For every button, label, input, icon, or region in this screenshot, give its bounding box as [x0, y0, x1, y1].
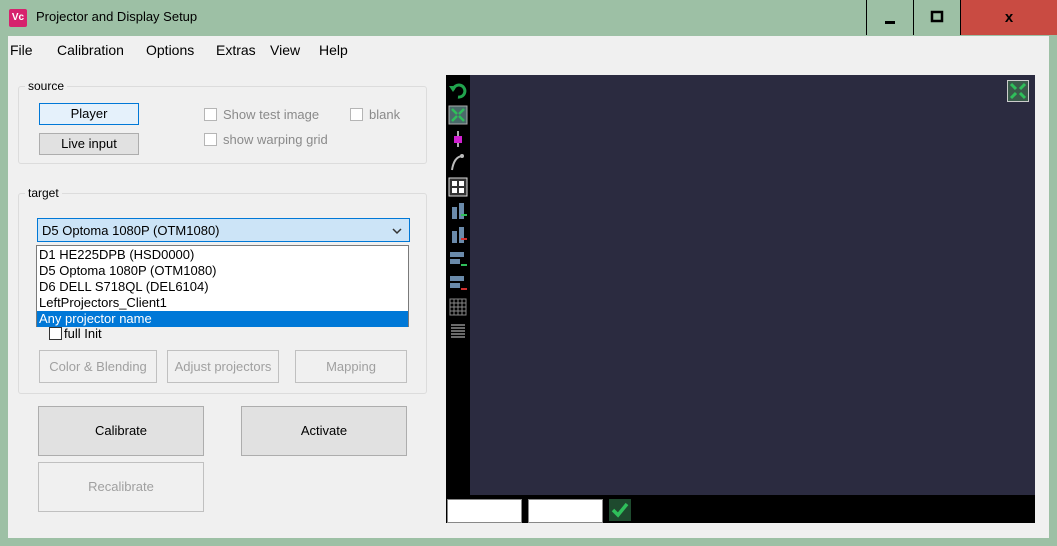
remove-column-icon[interactable]: [448, 225, 468, 245]
dropdown-option[interactable]: D1 HE225DPB (HSD0000): [39, 247, 194, 262]
target-group-label: target: [25, 186, 62, 200]
target-select[interactable]: D5 Optoma 1080P (OTM1080): [37, 218, 410, 242]
recalibrate-button[interactable]: Recalibrate: [38, 462, 204, 512]
value-field-2[interactable]: [528, 499, 603, 523]
target-select-value: D5 Optoma 1080P (OTM1080): [42, 223, 220, 238]
fullscreen-icon[interactable]: [1007, 80, 1029, 102]
check-icon[interactable]: [609, 499, 631, 521]
menu-calibration[interactable]: Calibration: [57, 42, 124, 58]
title-bar[interactable]: Vc Projector and Display Setup x: [0, 0, 1057, 36]
window-title: Projector and Display Setup: [36, 9, 198, 24]
dropdown-option-highlighted[interactable]: Any projector name: [37, 311, 408, 327]
full-init-label: full Init: [64, 326, 102, 341]
close-icon: x: [1004, 9, 1014, 26]
dropdown-option[interactable]: D6 DELL S718QL (DEL6104): [39, 279, 209, 294]
show-warping-grid-checkbox[interactable]: [204, 133, 217, 146]
color-blending-button[interactable]: Color & Blending: [39, 350, 157, 383]
dropdown-option[interactable]: LeftProjectors_Client1: [39, 295, 167, 310]
undo-icon[interactable]: [448, 81, 468, 101]
show-test-image-label: Show test image: [223, 107, 320, 122]
lines-icon[interactable]: [448, 321, 468, 341]
full-init-checkbox[interactable]: [49, 327, 62, 340]
pin-icon[interactable]: [448, 129, 468, 149]
minimize-button[interactable]: [866, 0, 913, 35]
client-area: File Calibration Options Extras View Hel…: [8, 36, 1049, 538]
add-row-icon[interactable]: [448, 249, 468, 269]
activate-button[interactable]: Activate: [241, 406, 407, 456]
player-button[interactable]: Player: [39, 103, 139, 125]
menu-help[interactable]: Help: [319, 42, 348, 58]
menu-extras[interactable]: Extras: [216, 42, 256, 58]
fit-view-icon[interactable]: [448, 105, 468, 125]
maximize-button[interactable]: [913, 0, 960, 35]
menu-view[interactable]: View: [270, 42, 300, 58]
blank-checkbox[interactable]: [350, 108, 363, 121]
dropdown-option-label: Any projector name: [39, 311, 152, 326]
show-test-image-checkbox[interactable]: [204, 108, 217, 121]
target-dropdown-list: D1 HE225DPB (HSD0000) D5 Optoma 1080P (O…: [36, 245, 409, 327]
curve-icon[interactable]: [448, 153, 468, 173]
blank-label: blank: [369, 107, 401, 122]
minimize-icon: [885, 21, 895, 24]
menu-bar: File Calibration Options Extras View Hel…: [8, 36, 1049, 62]
close-button[interactable]: x: [960, 0, 1057, 35]
projector-preview[interactable]: [446, 75, 1035, 523]
bottom-strip: [446, 495, 1035, 523]
show-warping-grid-label: show warping grid: [223, 132, 328, 147]
maximize-icon: [930, 10, 944, 23]
tool-strip: [446, 75, 470, 495]
remove-row-icon[interactable]: [448, 273, 468, 293]
source-group-label: source: [25, 79, 68, 93]
chevron-down-icon: [392, 228, 402, 235]
source-group: source Player Live input Show test image…: [18, 79, 427, 164]
value-field-1[interactable]: [447, 499, 522, 523]
grid-4-icon[interactable]: [448, 177, 468, 197]
menu-file[interactable]: File: [10, 42, 33, 58]
menu-options[interactable]: Options: [146, 42, 194, 58]
live-input-button[interactable]: Live input: [39, 133, 139, 155]
calibrate-button[interactable]: Calibrate: [38, 406, 204, 456]
adjust-projectors-button[interactable]: Adjust projectors: [167, 350, 279, 383]
dropdown-option[interactable]: D5 Optoma 1080P (OTM1080): [39, 263, 217, 278]
add-column-icon[interactable]: [448, 201, 468, 221]
dense-grid-icon[interactable]: [448, 297, 468, 317]
mapping-button[interactable]: Mapping: [295, 350, 407, 383]
app-window: Vc Projector and Display Setup x File Ca…: [0, 0, 1057, 546]
app-logo-icon: Vc: [9, 9, 27, 27]
